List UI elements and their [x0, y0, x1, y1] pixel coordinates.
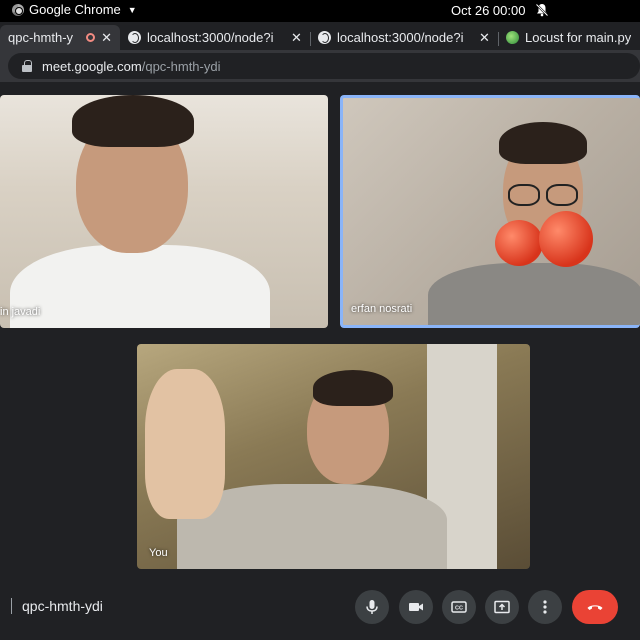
participant-hair [72, 95, 194, 147]
present-button[interactable] [485, 590, 519, 624]
red-ball [495, 220, 543, 266]
glasses [508, 184, 540, 206]
tab-locust[interactable]: Locust for main.py [498, 25, 640, 50]
clock[interactable]: Oct 26 00:00 [451, 3, 525, 18]
more-options-button[interactable] [528, 590, 562, 624]
participant-hair [313, 370, 393, 406]
captions-icon: CC [451, 601, 467, 613]
participant-video [428, 263, 640, 325]
browser-toolbar: meet.google.com/qpc-hmth-ydi [0, 50, 640, 82]
participant-video [10, 245, 270, 328]
app-menu[interactable]: Google Chrome ▼ [12, 2, 137, 17]
notifications-off-icon[interactable] [535, 3, 549, 17]
close-icon[interactable]: ✕ [479, 30, 490, 46]
globe-icon [318, 31, 331, 44]
participant-name: erfan nosrati [351, 303, 413, 315]
url-path: /qpc-hmth-ydi [141, 58, 221, 74]
waving-hand [145, 369, 225, 519]
red-ball [539, 211, 593, 267]
chevron-down-icon: ▼ [127, 4, 137, 15]
self-view-tile[interactable]: You [137, 344, 530, 569]
tab-label: localhost:3000/node?i [337, 30, 464, 45]
meeting-control-bar: qpc-hmth-ydi CC [0, 580, 640, 640]
participant-hair [499, 122, 587, 164]
camera-icon [409, 603, 423, 611]
globe-icon [128, 31, 141, 44]
tab-localhost-2[interactable]: localhost:3000/node?i ✕ [310, 25, 498, 50]
microphone-button[interactable] [355, 590, 389, 624]
url-host: meet.google.com [42, 58, 142, 74]
close-icon[interactable]: ✕ [101, 30, 112, 46]
meeting-code[interactable]: qpc-hmth-ydi [22, 598, 103, 614]
tab-meet[interactable]: qpc-hmth-y ✕ [0, 25, 120, 50]
tab-strip: qpc-hmth-y ✕ localhost:3000/node?i ✕ loc… [0, 22, 640, 50]
microphone-icon [366, 600, 378, 614]
more-icon [543, 600, 547, 614]
url-text[interactable]: meet.google.com/qpc-hmth-ydi [42, 59, 220, 74]
camera-button[interactable] [399, 590, 433, 624]
app-name: Google Chrome [29, 2, 121, 17]
svg-text:CC: CC [455, 606, 463, 612]
os-top-bar: Google Chrome ▼ Oct 26 00:00 [0, 0, 640, 22]
glasses [546, 184, 578, 206]
tab-label: qpc-hmth-y [8, 30, 74, 45]
present-icon [494, 600, 510, 614]
leave-call-button[interactable] [572, 590, 618, 624]
tab-label: localhost:3000/node?i [147, 30, 274, 45]
hang-up-icon [587, 605, 603, 610]
divider [11, 598, 12, 614]
lock-icon[interactable] [22, 60, 32, 72]
captions-button[interactable]: CC [442, 590, 476, 624]
tab-label: Locust for main.py [525, 30, 632, 45]
locust-icon [506, 31, 519, 44]
participant-tile[interactable]: in javadi [0, 95, 328, 328]
close-icon[interactable]: ✕ [291, 30, 302, 46]
tab-localhost-1[interactable]: localhost:3000/node?i ✕ [120, 25, 310, 50]
recording-icon [86, 33, 96, 42]
chrome-icon [12, 3, 24, 16]
participant-name: in javadi [0, 306, 41, 318]
participant-name: You [149, 547, 168, 559]
participant-tile-speaking[interactable]: erfan nosrati [340, 95, 640, 328]
address-bar[interactable]: meet.google.com/qpc-hmth-ydi [8, 53, 640, 79]
